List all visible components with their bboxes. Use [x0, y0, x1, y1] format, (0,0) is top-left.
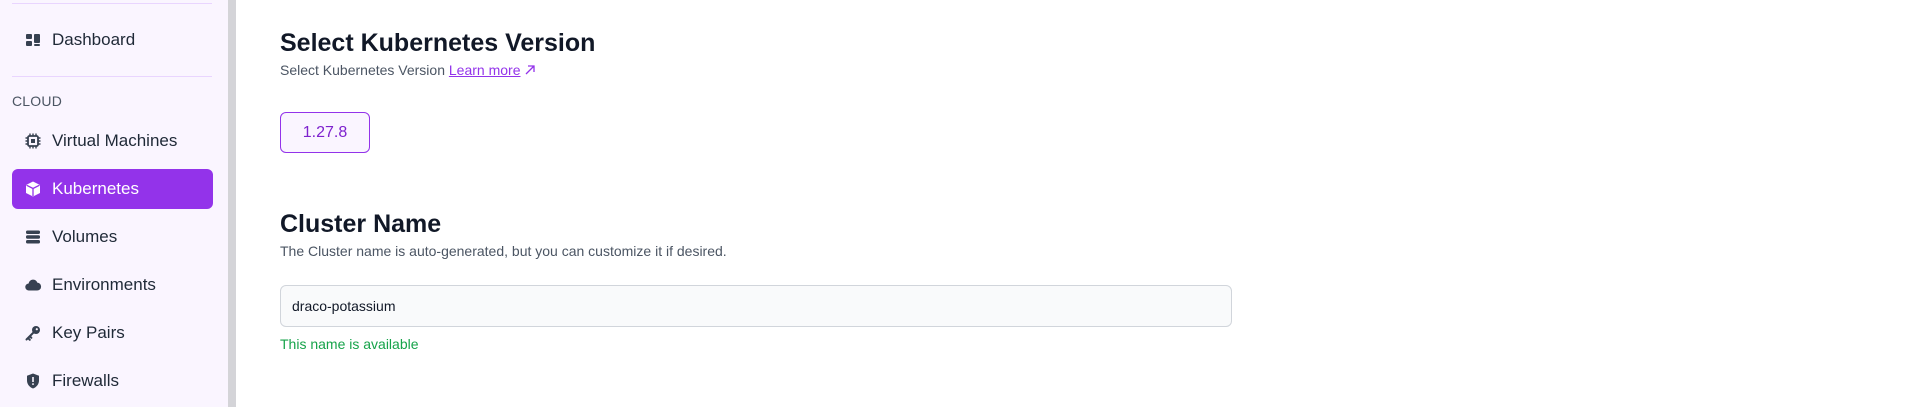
sidebar-item-label: Firewalls	[52, 371, 120, 390]
sidebar: Dashboard CLOUD Virtual Machines Kuberne…	[0, 0, 228, 407]
sidebar-item-volumes[interactable]: Volumes	[12, 217, 213, 257]
sidebar-item-label: Virtual Machines	[52, 131, 178, 150]
name-availability-status: This name is available	[280, 336, 419, 352]
key-icon	[24, 324, 42, 342]
sidebar-divider	[12, 3, 212, 4]
version-option-button[interactable]: 1.27.8	[280, 112, 370, 153]
learn-more-link[interactable]: Learn more	[449, 62, 537, 78]
external-link-icon	[524, 63, 536, 79]
sidebar-item-virtual-machines[interactable]: Virtual Machines	[12, 121, 213, 161]
sidebar-section-label: CLOUD	[12, 93, 63, 109]
shield-icon	[24, 372, 42, 390]
sidebar-divider	[12, 76, 212, 77]
main-content: Select Kubernetes Version Select Kuberne…	[236, 0, 1908, 407]
sidebar-item-environments[interactable]: Environments	[12, 265, 213, 305]
version-option-label: 1.27.8	[302, 123, 348, 141]
dashboard-icon	[24, 31, 42, 49]
cube-icon	[24, 180, 42, 198]
sidebar-item-key-pairs[interactable]: Key Pairs	[12, 313, 213, 353]
cluster-section-title: Cluster Name	[280, 210, 442, 238]
sidebar-scrollbar[interactable]	[228, 0, 236, 407]
version-subtitle-text: Select Kubernetes Version	[280, 62, 445, 78]
learn-more-label: Learn more	[448, 62, 521, 78]
sidebar-item-label: Dashboard	[52, 30, 136, 49]
sidebar-item-firewalls[interactable]: Firewalls	[12, 361, 213, 401]
cluster-section-subtitle: The Cluster name is auto-generated, but …	[280, 243, 727, 259]
cpu-chip-icon	[24, 132, 42, 150]
database-stack-icon	[24, 228, 42, 246]
version-section-title: Select Kubernetes Version	[280, 29, 596, 57]
version-section-subtitle: Select Kubernetes Version Learn more	[280, 62, 536, 79]
sidebar-item-kubernetes[interactable]: Kubernetes	[12, 169, 213, 209]
sidebar-item-label: Volumes	[52, 227, 118, 246]
sidebar-item-dashboard[interactable]: Dashboard	[12, 20, 213, 60]
sidebar-item-label: Key Pairs	[52, 323, 125, 342]
sidebar-item-label: Kubernetes	[52, 179, 139, 198]
cluster-name-input[interactable]	[280, 285, 1232, 327]
sidebar-item-label: Environments	[52, 275, 156, 294]
app-window: Dashboard CLOUD Virtual Machines Kuberne…	[0, 0, 1908, 407]
cloud-icon	[24, 276, 42, 294]
